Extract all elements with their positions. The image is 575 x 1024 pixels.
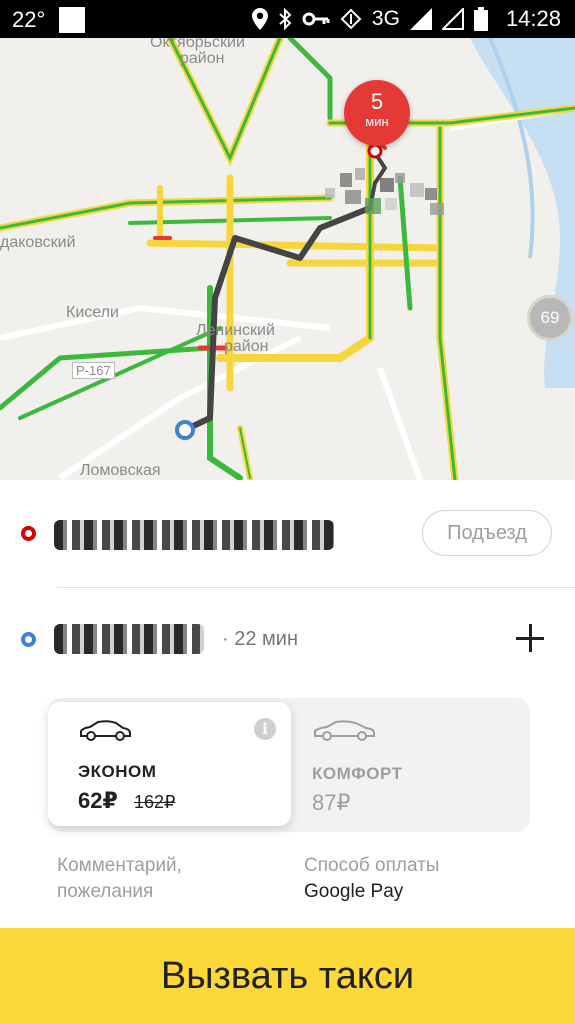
temperature: 22° bbox=[12, 7, 46, 32]
destination-marker-icon bbox=[21, 632, 36, 647]
status-bar: 22° 3G 14:28 bbox=[0, 0, 575, 38]
car-icon bbox=[314, 720, 375, 741]
speed-limit-badge: 69 bbox=[527, 295, 573, 341]
add-stop-button[interactable] bbox=[512, 620, 548, 656]
origin-row[interactable]: Подъезд bbox=[0, 480, 575, 587]
signal-icon bbox=[409, 8, 432, 30]
tariff-price: 87₽ bbox=[312, 790, 351, 815]
tariff-name: КОМФОРТ bbox=[312, 764, 403, 783]
location-icon bbox=[251, 8, 268, 30]
notification-square-icon bbox=[59, 7, 86, 33]
map-label: Ломовская bbox=[80, 462, 161, 479]
clock: 14:28 bbox=[505, 6, 561, 31]
call-taxi-button[interactable]: Вызвать такси bbox=[0, 928, 575, 1024]
eta-value: 5 bbox=[370, 89, 384, 114]
tariff-econom[interactable]: i ЭКОНОМ 62₽ 162₽ bbox=[48, 702, 291, 826]
road-number: Р-167 bbox=[72, 362, 115, 379]
payment-method-value[interactable]: Google Pay bbox=[304, 879, 403, 905]
tariff-old-price: 162₽ bbox=[134, 792, 176, 812]
car-icon bbox=[80, 720, 131, 741]
trip-duration: · 22 мин bbox=[222, 628, 298, 650]
tariff-selector: i ЭКОНОМ 62₽ 162₽ КОМФОРТ 87₽ bbox=[48, 698, 530, 832]
eta-unit: мин bbox=[365, 114, 389, 129]
origin-marker-icon bbox=[21, 526, 36, 541]
data-arrows-icon bbox=[340, 9, 362, 29]
comment-button[interactable]: Комментарий, пожелания bbox=[57, 853, 267, 905]
info-icon[interactable]: i bbox=[254, 718, 276, 740]
bluetooth-icon bbox=[279, 8, 292, 30]
map-canvas[interactable] bbox=[0, 38, 575, 480]
battery-icon bbox=[473, 7, 488, 31]
payment-method-label[interactable]: Способ оплаты bbox=[304, 853, 439, 879]
map-view[interactable]: Октябрьский район дaковский Кисели Ленин… bbox=[0, 38, 575, 480]
key-icon bbox=[302, 12, 330, 26]
origin-address-redacted[interactable] bbox=[54, 520, 334, 550]
tariff-name: ЭКОНОМ bbox=[78, 762, 157, 781]
map-label: район bbox=[224, 338, 269, 355]
tariff-comfort[interactable]: КОМФОРТ 87₽ bbox=[300, 698, 530, 832]
map-label: Кисели bbox=[66, 304, 119, 321]
map-label: дaковский bbox=[0, 234, 76, 251]
map-label: район bbox=[180, 50, 225, 67]
destination-address-redacted[interactable] bbox=[54, 624, 204, 654]
entrance-button[interactable]: Подъезд bbox=[422, 510, 552, 556]
signal-empty-icon bbox=[441, 8, 464, 30]
eta-badge: 5 мин bbox=[344, 80, 410, 146]
network-type: 3G bbox=[371, 7, 400, 30]
tariff-price: 62₽ bbox=[78, 788, 118, 813]
order-sheet: Подъезд · 22 мин i ЭКОНОМ 62₽ 162₽ КОМФО… bbox=[0, 480, 575, 1024]
